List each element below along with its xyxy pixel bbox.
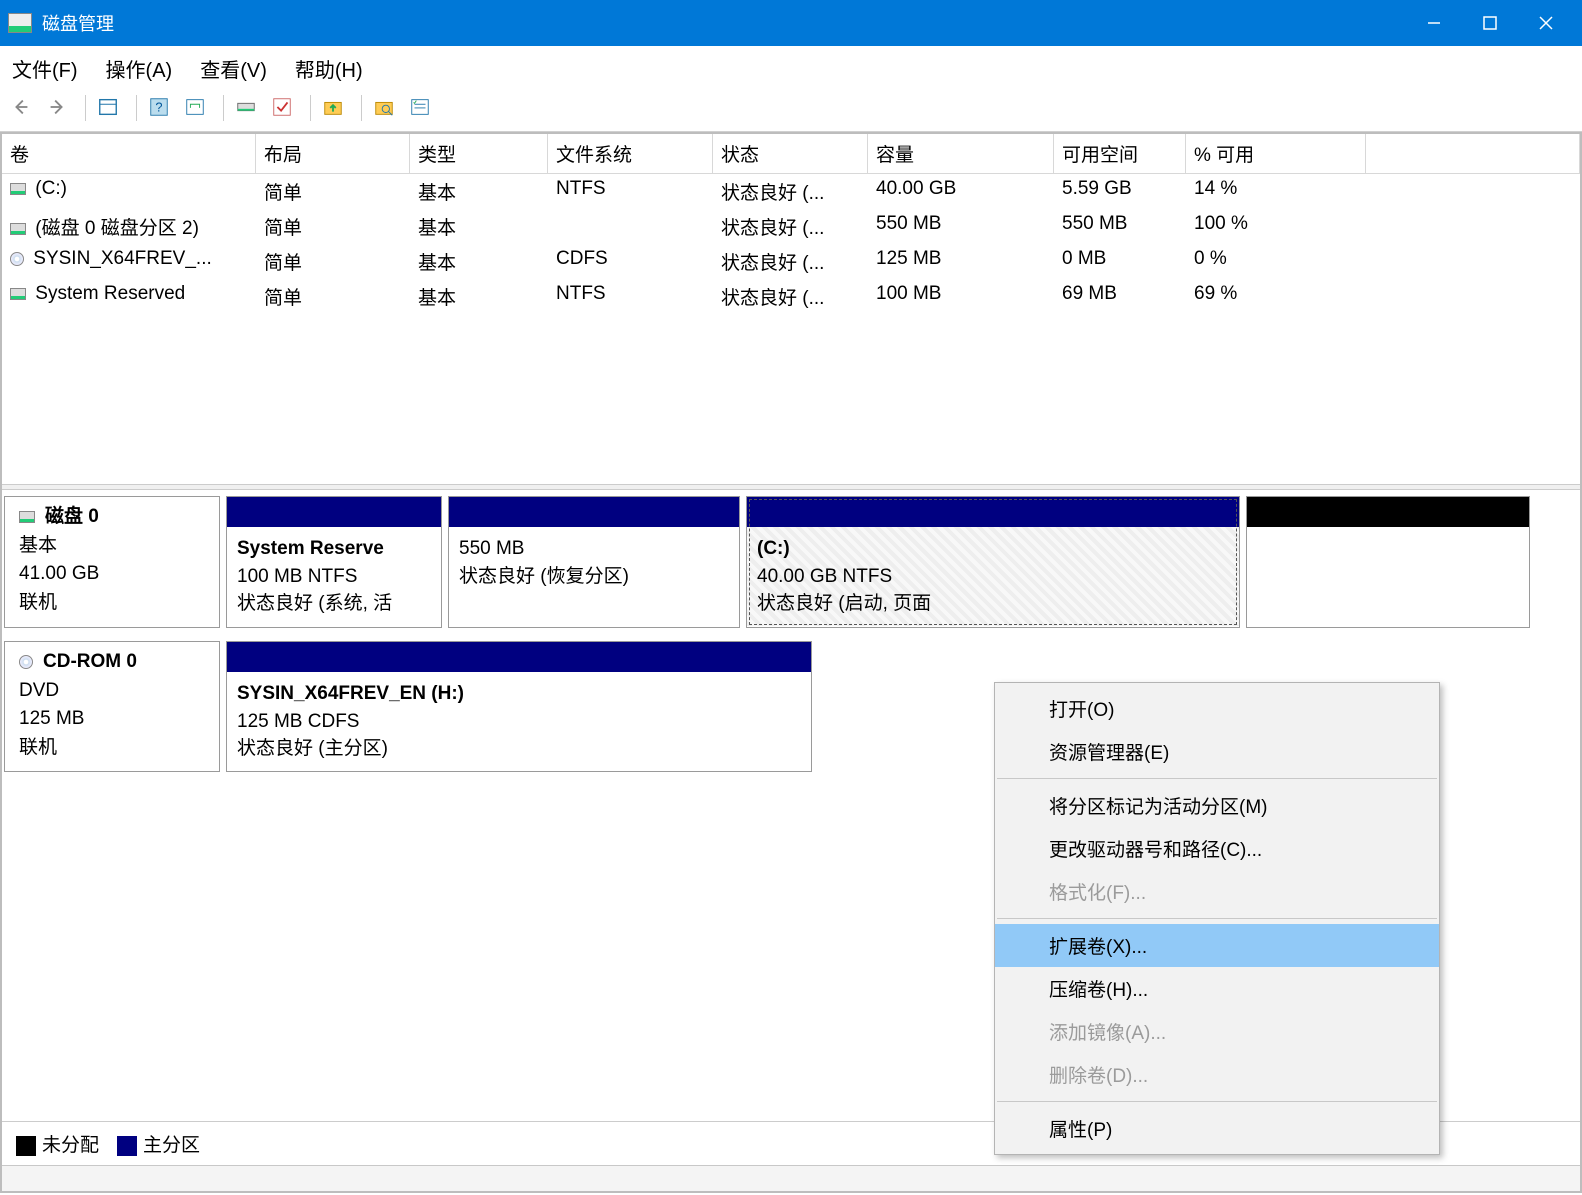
svg-text:?: ? — [155, 100, 162, 115]
col-pad — [1366, 134, 1580, 173]
window-title: 磁盘管理 — [42, 10, 114, 36]
properties-icon[interactable] — [97, 96, 125, 120]
disk-info[interactable]: 磁盘 0基本41.00 GB联机 — [4, 496, 220, 628]
volume-list: 卷 布局 类型 文件系统 状态 容量 可用空间 % 可用 (C:)简单基本NTF… — [2, 134, 1580, 484]
app-icon — [8, 13, 32, 33]
table-row[interactable]: SYSIN_X64FREV_...简单基本CDFS状态良好 (...125 MB… — [2, 244, 1580, 279]
menu-help[interactable]: 帮助(H) — [295, 54, 363, 83]
back-icon[interactable] — [10, 96, 38, 120]
separator — [136, 95, 137, 121]
partition[interactable] — [1246, 496, 1530, 628]
table-row[interactable]: (C:)简单基本NTFS状态良好 (...40.00 GB5.59 GB14 % — [2, 174, 1580, 209]
ctx-open[interactable]: 打开(O) — [995, 687, 1439, 730]
menu-bar: 文件(F) 操作(A) 查看(V) 帮助(H) — [0, 46, 1582, 91]
legend-unallocated: 未分配 — [16, 1130, 99, 1157]
close-button[interactable] — [1518, 0, 1574, 46]
context-menu: 打开(O) 资源管理器(E) 将分区标记为活动分区(M) 更改驱动器号和路径(C… — [994, 682, 1440, 1155]
col-free[interactable]: 可用空间 — [1054, 134, 1186, 173]
folder-up-icon[interactable] — [322, 96, 350, 120]
disk-list-icon[interactable] — [235, 96, 263, 120]
separator — [223, 95, 224, 121]
zoom-icon[interactable] — [373, 96, 401, 120]
col-filesystem[interactable]: 文件系统 — [548, 134, 713, 173]
forward-icon[interactable] — [46, 96, 74, 120]
menu-view[interactable]: 查看(V) — [200, 54, 267, 83]
check-icon[interactable] — [271, 96, 299, 120]
col-layout[interactable]: 布局 — [256, 134, 410, 173]
status-bar — [2, 1165, 1580, 1191]
ctx-explorer[interactable]: 资源管理器(E) — [995, 730, 1439, 773]
separator — [997, 1101, 1437, 1102]
col-type[interactable]: 类型 — [410, 134, 548, 173]
menu-file[interactable]: 文件(F) — [12, 54, 78, 83]
disk-row: 磁盘 0基本41.00 GB联机System Reserve100 MB NTF… — [2, 490, 1580, 635]
help-icon[interactable]: ? — [148, 96, 176, 120]
volume-rows: (C:)简单基本NTFS状态良好 (...40.00 GB5.59 GB14 %… — [2, 174, 1580, 314]
menu-action[interactable]: 操作(A) — [106, 54, 173, 83]
ctx-properties[interactable]: 属性(P) — [995, 1107, 1439, 1150]
partition[interactable]: SYSIN_X64FREV_EN (H:)125 MB CDFS状态良好 (主分… — [226, 641, 812, 772]
col-capacity[interactable]: 容量 — [868, 134, 1054, 173]
ctx-change-drive[interactable]: 更改驱动器号和路径(C)... — [995, 827, 1439, 870]
title-bar: 磁盘管理 — [0, 0, 1582, 46]
partition[interactable]: (C:)40.00 GB NTFS状态良好 (启动, 页面 — [746, 496, 1240, 628]
ctx-extend[interactable]: 扩展卷(X)... — [995, 924, 1439, 967]
separator — [361, 95, 362, 121]
minimize-button[interactable] — [1406, 0, 1462, 46]
separator — [997, 918, 1437, 919]
ctx-format[interactable]: 格式化(F)... — [995, 870, 1439, 913]
separator — [997, 778, 1437, 779]
toolbar: ? — [0, 91, 1582, 132]
partition[interactable]: System Reserve100 MB NTFS状态良好 (系统, 活 — [226, 496, 442, 628]
ctx-shrink[interactable]: 压缩卷(H)... — [995, 967, 1439, 1010]
ctx-delete[interactable]: 删除卷(D)... — [995, 1053, 1439, 1096]
disk-info[interactable]: CD-ROM 0DVD125 MB联机 — [4, 641, 220, 772]
table-row[interactable]: System Reserved简单基本NTFS状态良好 (...100 MB69… — [2, 279, 1580, 314]
separator — [310, 95, 311, 121]
partition[interactable]: 550 MB状态良好 (恢复分区) — [448, 496, 740, 628]
ctx-add-mirror[interactable]: 添加镜像(A)... — [995, 1010, 1439, 1053]
table-row[interactable]: (磁盘 0 磁盘分区 2)简单基本状态良好 (...550 MB550 MB10… — [2, 209, 1580, 244]
col-volume[interactable]: 卷 — [2, 134, 256, 173]
separator — [85, 95, 86, 121]
window-controls — [1406, 0, 1574, 46]
maximize-button[interactable] — [1462, 0, 1518, 46]
column-headers: 卷 布局 类型 文件系统 状态 容量 可用空间 % 可用 — [2, 134, 1580, 174]
refresh-icon[interactable] — [184, 96, 212, 120]
col-percent[interactable]: % 可用 — [1186, 134, 1366, 173]
list-icon[interactable] — [409, 96, 437, 120]
ctx-mark-active[interactable]: 将分区标记为活动分区(M) — [995, 784, 1439, 827]
legend-primary: 主分区 — [117, 1130, 200, 1157]
col-status[interactable]: 状态 — [713, 134, 868, 173]
